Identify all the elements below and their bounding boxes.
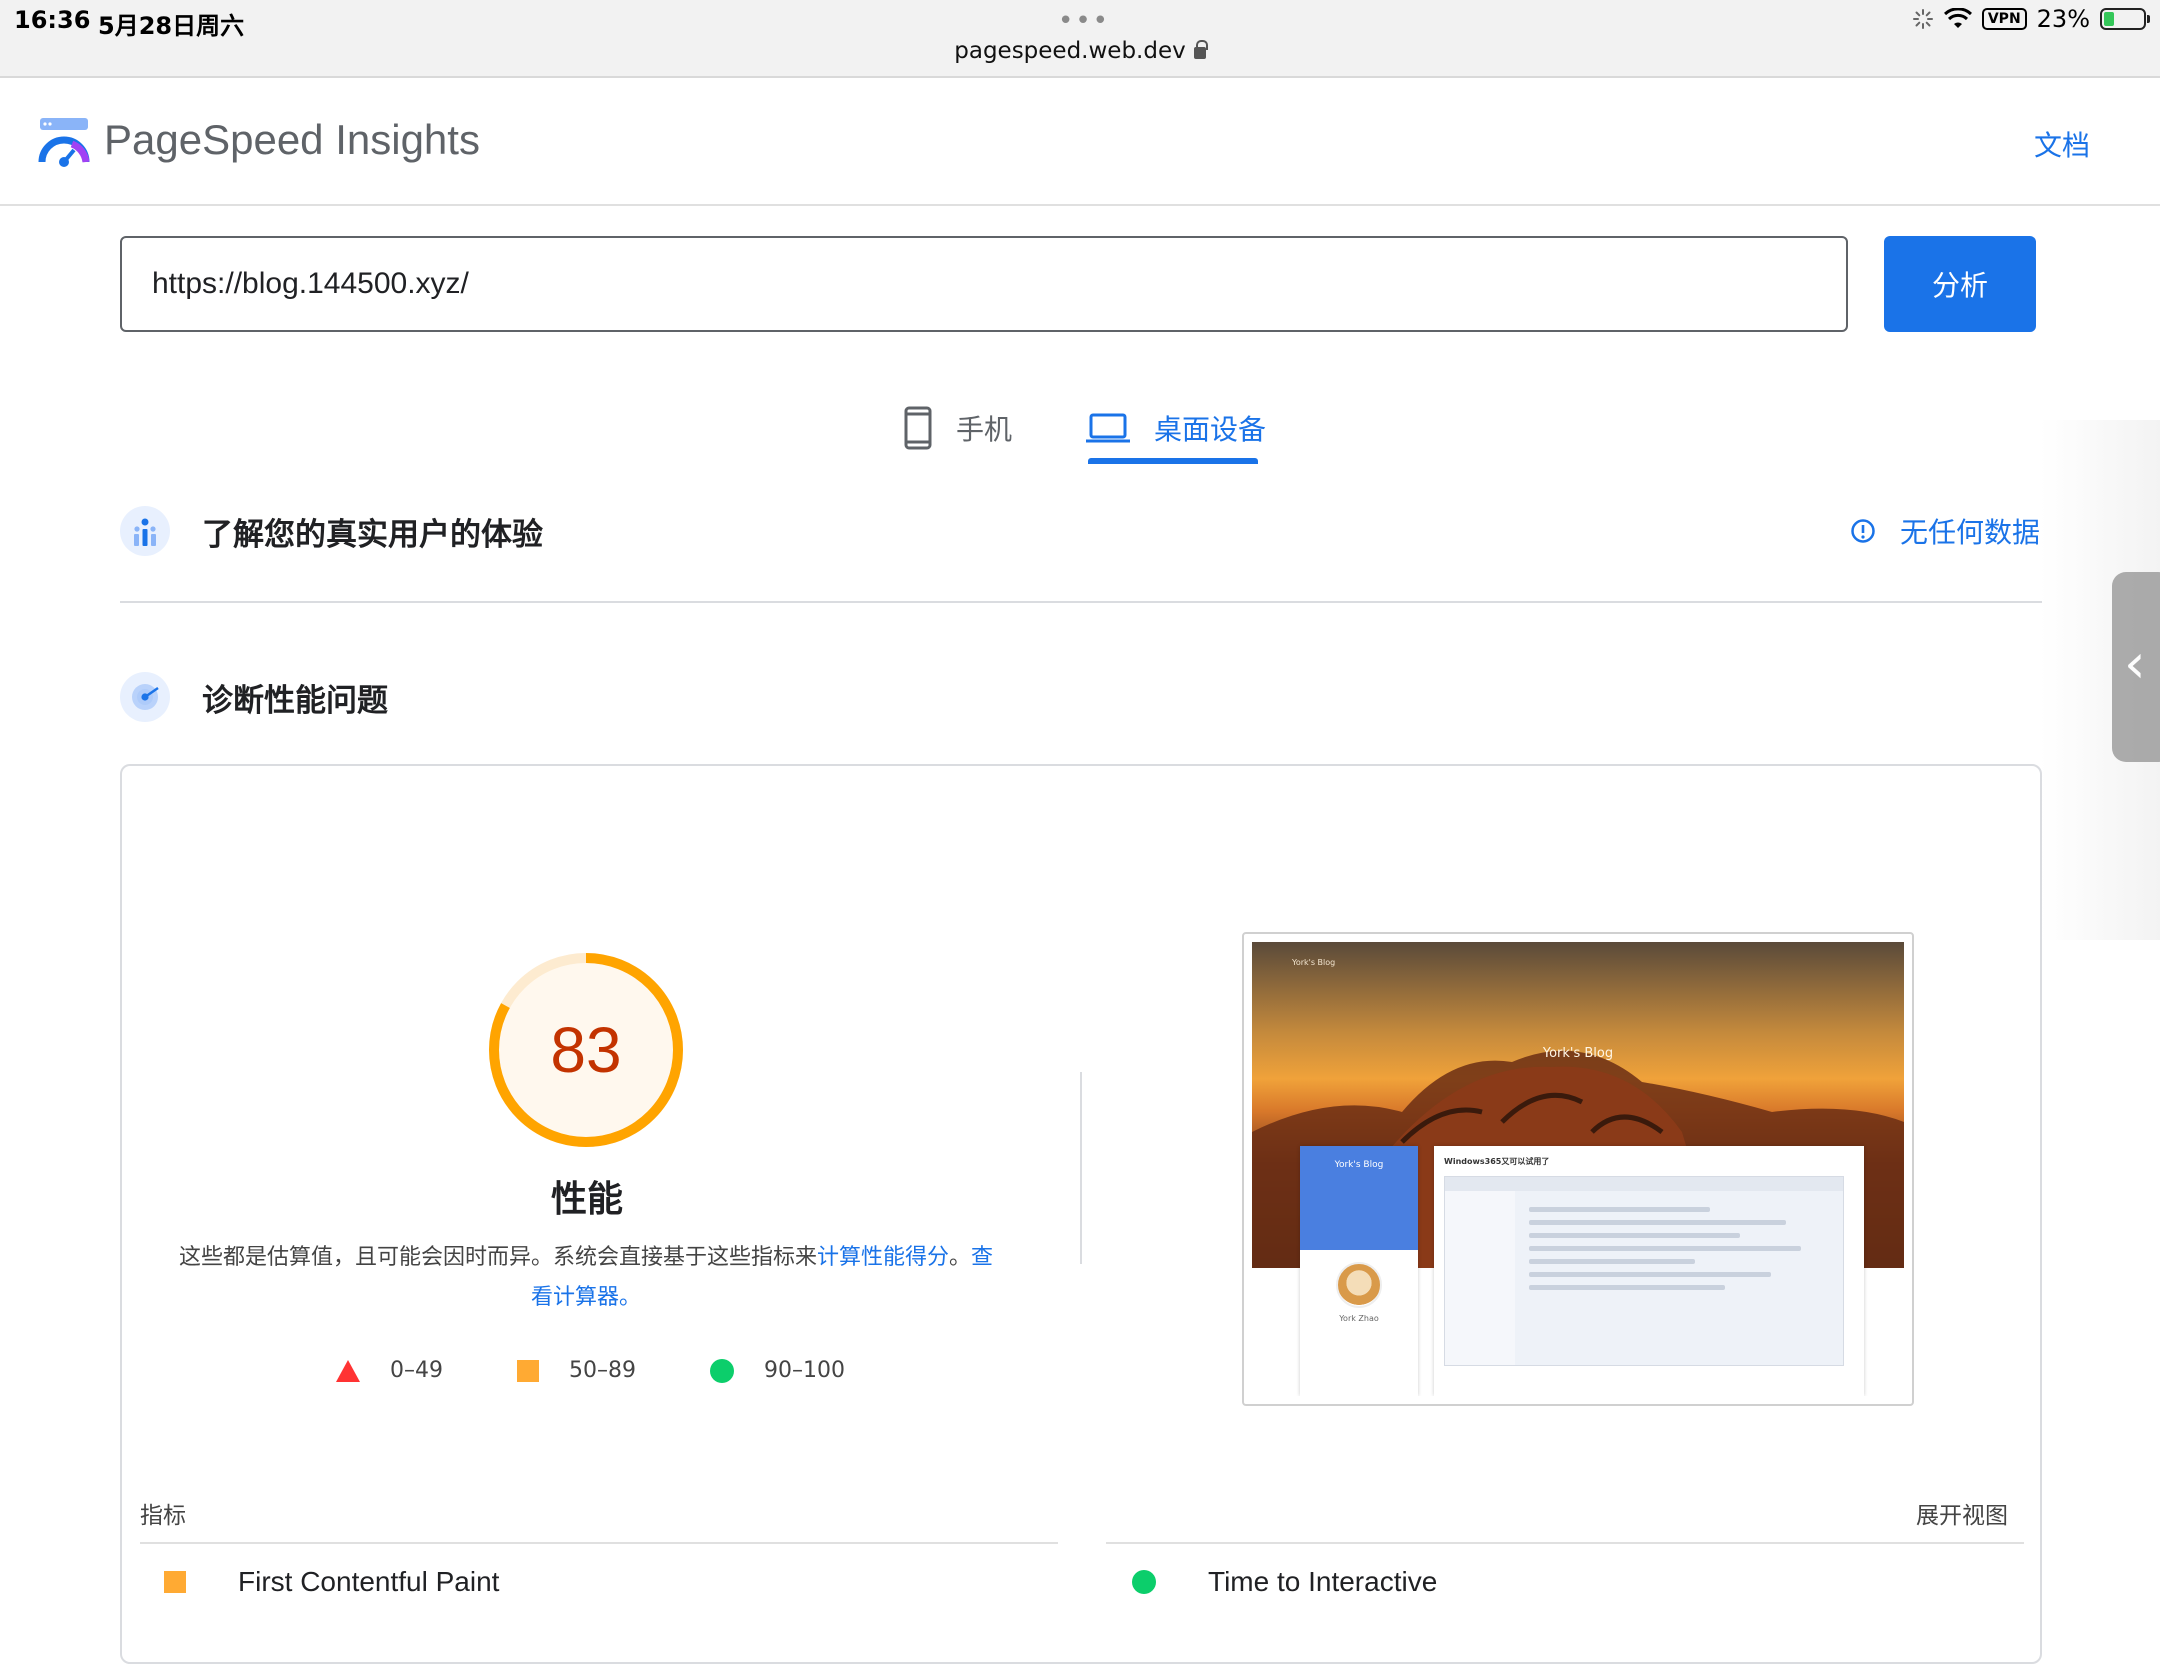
section-divider <box>120 601 2042 603</box>
screenshot-content: York's Blog York's Blog York's Blog York… <box>1252 942 1904 1396</box>
info-icon <box>1851 519 1875 543</box>
screenshot-profile-card: York's Blog York Zhao <box>1300 1146 1418 1396</box>
diagnose-section: 诊断性能问题 <box>120 672 2040 722</box>
metrics-divider-right <box>1106 1542 2024 1544</box>
crux-section-title: 了解您的真实用户的体验 <box>202 516 543 553</box>
chevron-left-icon: ‹ <box>2124 632 2146 695</box>
circle-icon <box>1132 1570 1156 1594</box>
screenshot-nav: York's Blog <box>1292 958 1336 967</box>
score-legend: 0–49 50–89 90–100 <box>336 1358 919 1383</box>
crux-icon <box>120 506 170 556</box>
tab-mobile[interactable]: 手机 <box>904 390 1012 466</box>
square-icon <box>517 1359 539 1382</box>
lighthouse-icon <box>120 672 170 722</box>
browser-more-dots[interactable]: ••• <box>1058 6 1110 36</box>
performance-description: 这些都是估算值，且可能会因时而异。系统会直接基于这些指标来计算性能得分。查看计算… <box>176 1238 996 1318</box>
circle-icon <box>710 1358 734 1383</box>
metrics-heading: 指标 <box>140 1503 186 1529</box>
legend-pass: 90–100 <box>710 1358 845 1383</box>
battery-icon <box>2100 8 2150 30</box>
metric-first-contentful-paint[interactable]: First Contentful Paint <box>164 1566 499 1598</box>
docs-link[interactable]: 文档 <box>2034 124 2090 164</box>
tab-desktop[interactable]: 桌面设备 <box>1086 390 1266 466</box>
wifi-icon <box>1943 8 1972 28</box>
performance-score: 83 <box>550 1014 622 1086</box>
slide-over-handle[interactable]: ‹ <box>2112 572 2160 762</box>
performance-title: 性能 <box>550 1179 623 1220</box>
status-indicators: VPN 23% <box>1912 5 2150 33</box>
browser-address[interactable]: pagespeed.web.dev <box>0 38 2160 64</box>
calc-score-link[interactable]: 计算性能得分 <box>817 1245 949 1270</box>
screenshot-profile-name: York Zhao <box>1339 1314 1379 1323</box>
lock-icon <box>1193 40 1208 59</box>
square-icon <box>164 1571 186 1593</box>
card-vertical-divider <box>1080 1072 1082 1264</box>
triangle-icon <box>336 1359 360 1382</box>
screenshot-hero-title: York's Blog <box>1542 1046 1614 1061</box>
screenshot-profile-title: York's Blog <box>1300 1146 1418 1250</box>
legend-average-range: 50–89 <box>569 1358 636 1383</box>
legend-fail-range: 0–49 <box>390 1358 443 1383</box>
analyze-button[interactable]: 分析 <box>1884 236 2036 332</box>
performance-card: 83 性能 这些都是估算值，且可能会因时而异。系统会直接基于这些指标来计算性能得… <box>120 764 2042 1664</box>
metric-fcp-label: First Contentful Paint <box>238 1566 500 1597</box>
pagespeed-logo-icon <box>38 118 90 167</box>
no-data-label: 无任何数据 <box>1899 516 2040 549</box>
description-sep: 。 <box>949 1245 972 1270</box>
legend-pass-range: 90–100 <box>764 1358 845 1383</box>
legend-fail: 0–49 <box>336 1358 443 1383</box>
phone-icon <box>904 406 932 450</box>
metric-time-to-interactive[interactable]: Time to Interactive <box>1132 1566 1437 1598</box>
tab-mobile-label: 手机 <box>956 413 1013 446</box>
vpn-badge: VPN <box>1981 8 2027 30</box>
tab-desktop-label: 桌面设备 <box>1154 413 1267 446</box>
battery-percent: 23% <box>2036 5 2090 33</box>
diagnose-section-title: 诊断性能问题 <box>202 682 388 719</box>
legend-average: 50–89 <box>517 1358 636 1383</box>
no-data-indicator[interactable]: 无任何数据 <box>1850 511 2040 551</box>
description-text: 这些都是估算值，且可能会因时而异。系统会直接基于这些指标来 <box>178 1245 817 1270</box>
status-date: 5月28日周六 <box>98 12 245 40</box>
screenshot-avatar <box>1336 1262 1382 1308</box>
real-user-experience-section: 了解您的真实用户的体验 无任何数据 <box>120 506 2040 556</box>
status-time: 16:36 <box>14 6 91 34</box>
final-screenshot[interactable]: York's Blog York's Blog York's Blog York… <box>1242 932 1914 1406</box>
url-input[interactable] <box>120 236 1848 332</box>
loading-spinner-icon <box>1912 9 1933 29</box>
site-header: PageSpeed Insights 文档 <box>0 80 2160 206</box>
laptop-icon <box>1086 413 1130 443</box>
active-tab-indicator <box>1088 458 1258 464</box>
expand-view-button[interactable]: 展开视图 <box>1916 1496 2008 1530</box>
metric-tti-label: Time to Interactive <box>1208 1566 1438 1597</box>
address-text: pagespeed.web.dev <box>954 38 1186 64</box>
screenshot-post-card: Windows365又可以试用了 <box>1434 1146 1864 1396</box>
screenshot-post-image <box>1444 1176 1844 1366</box>
screenshot-post-title: Windows365又可以试用了 <box>1444 1157 1550 1166</box>
brand-title[interactable]: PageSpeed Insights <box>104 116 480 164</box>
ipad-status-bar: 16:36 5月28日周六 ••• pagespeed.web.dev VPN … <box>0 0 2160 78</box>
metrics-divider-left <box>140 1542 1058 1544</box>
